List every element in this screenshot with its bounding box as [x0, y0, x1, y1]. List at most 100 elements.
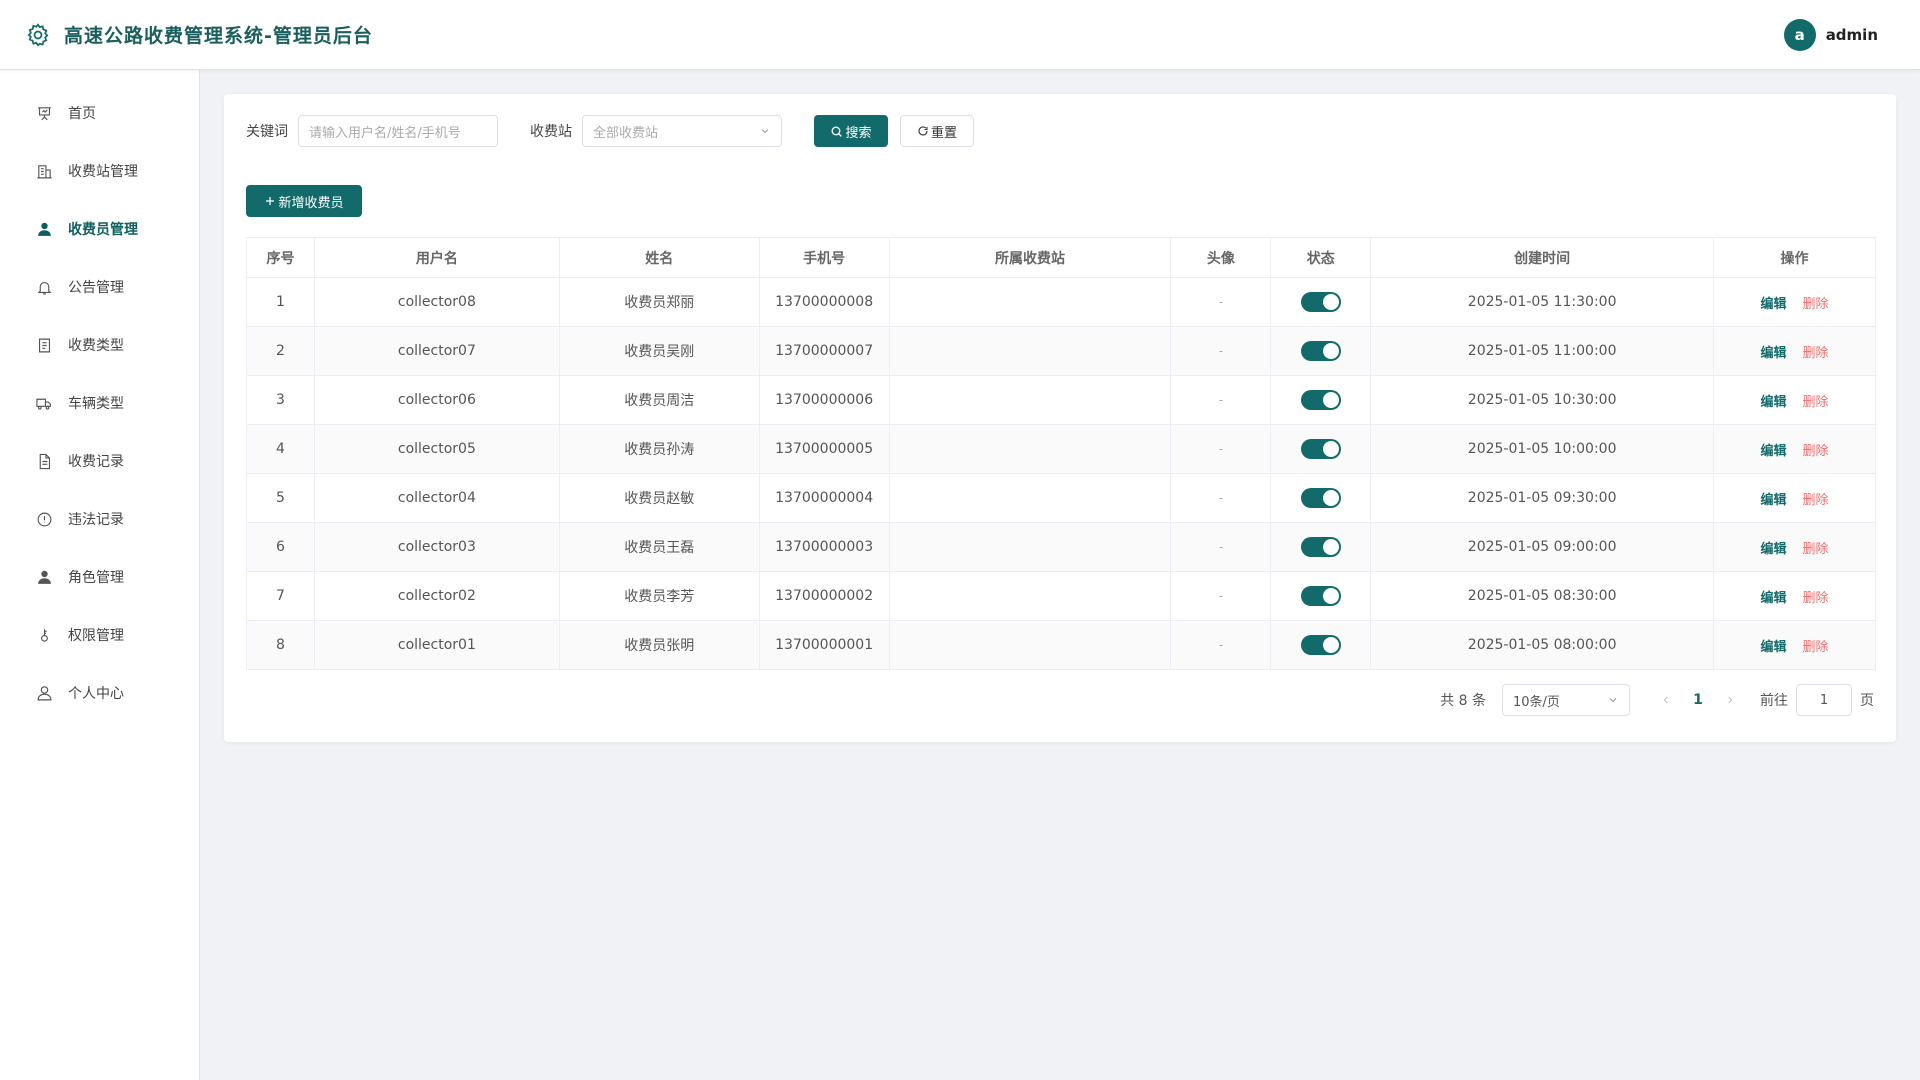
sidebar-item-roles[interactable]: 角色管理: [0, 548, 199, 606]
delete-button[interactable]: 删除: [1803, 297, 1829, 312]
sidebar-item-label: 违法记录: [68, 512, 124, 528]
keyword-input[interactable]: 请输入用户名/姓名/手机号: [298, 115, 498, 147]
cell-avatar: -: [1170, 620, 1272, 670]
cell-index: 7: [246, 571, 315, 621]
edit-button[interactable]: 编辑: [1761, 444, 1787, 459]
cell-actions: 编辑 删除: [1713, 326, 1876, 376]
status-toggle[interactable]: [1300, 635, 1341, 655]
delete-button[interactable]: 删除: [1803, 395, 1829, 410]
page-number[interactable]: 1: [1682, 684, 1714, 716]
plus-icon: [264, 195, 276, 207]
cell-name: 收费员郑丽: [558, 277, 760, 327]
username[interactable]: admin: [1826, 26, 1878, 44]
edit-button[interactable]: 编辑: [1761, 640, 1787, 655]
column-header: 创建时间: [1370, 237, 1715, 278]
app-title: 高速公路收费管理系统-管理员后台: [64, 25, 373, 47]
status-toggle[interactable]: [1300, 537, 1341, 557]
cell-station: [888, 375, 1172, 425]
search-button[interactable]: 搜索: [814, 115, 888, 147]
user-icon: [34, 567, 54, 587]
cell-username: collector03: [313, 522, 560, 572]
sidebar-item-collectors[interactable]: 收费员管理: [0, 200, 199, 258]
edit-button[interactable]: 编辑: [1761, 346, 1787, 361]
cell-created: 2025-01-05 08:00:00: [1370, 620, 1715, 670]
cell-name: 收费员张明: [558, 620, 760, 670]
edit-button[interactable]: 编辑: [1761, 297, 1787, 312]
delete-button[interactable]: 删除: [1803, 542, 1829, 557]
sidebar-item-stations[interactable]: 收费站管理: [0, 142, 199, 200]
pagination: 共 8 条 10条/页 1 前往 1 页: [1440, 684, 1874, 716]
delete-button[interactable]: 删除: [1803, 444, 1829, 459]
building-icon: [34, 161, 54, 181]
sidebar-item-permissions[interactable]: 权限管理: [0, 606, 199, 664]
column-header: 用户名: [313, 237, 560, 278]
status-toggle[interactable]: [1300, 586, 1341, 606]
reset-button[interactable]: 重置: [900, 115, 974, 147]
cell-avatar: -: [1170, 424, 1272, 474]
collector-table: 序号 用户名 姓名 手机号 所属收费站 头像 状态 创建时间 操作 1 coll…: [246, 237, 1876, 670]
cell-status: [1270, 473, 1372, 523]
edit-button[interactable]: 编辑: [1761, 542, 1787, 557]
sidebar-item-fee-types[interactable]: 收费类型: [0, 316, 199, 374]
delete-button[interactable]: 删除: [1803, 640, 1829, 655]
cell-status: [1270, 424, 1372, 474]
edit-button[interactable]: 编辑: [1761, 395, 1787, 410]
status-toggle[interactable]: [1300, 488, 1341, 508]
cell-actions: 编辑 删除: [1713, 277, 1876, 327]
sidebar-item-label: 公告管理: [68, 280, 124, 296]
cell-avatar: -: [1170, 277, 1272, 327]
cell-status: [1270, 277, 1372, 327]
delete-button[interactable]: 删除: [1803, 591, 1829, 606]
column-header: 头像: [1170, 237, 1272, 278]
status-toggle[interactable]: [1300, 292, 1341, 312]
cell-created: 2025-01-05 10:00:00: [1370, 424, 1715, 474]
add-collector-button[interactable]: 新增收费员: [246, 185, 362, 217]
sidebar-item-vehicle-types[interactable]: 车辆类型: [0, 374, 199, 432]
cell-avatar: -: [1170, 375, 1272, 425]
station-select[interactable]: 全部收费站: [582, 115, 782, 147]
content-card: 关键词 请输入用户名/姓名/手机号 收费站 全部收费站 搜索 重置 新增收费员 …: [224, 94, 1896, 742]
cell-name: 收费员王磊: [558, 522, 760, 572]
cell-created: 2025-01-05 09:00:00: [1370, 522, 1715, 572]
table-row: 1 collector08 收费员郑丽 13700000008 - 2025-0…: [246, 277, 1876, 327]
cell-station: [888, 424, 1172, 474]
status-toggle[interactable]: [1300, 439, 1341, 459]
cell-actions: 编辑 删除: [1713, 375, 1876, 425]
cell-status: [1270, 620, 1372, 670]
goto-page-input[interactable]: 1: [1796, 684, 1852, 716]
cell-created: 2025-01-05 11:00:00: [1370, 326, 1715, 376]
next-page-button[interactable]: [1714, 684, 1746, 716]
sidebar-item-home[interactable]: 首页: [0, 84, 199, 142]
table-row: 6 collector03 收费员王磊 13700000003 - 2025-0…: [246, 522, 1876, 572]
cell-index: 8: [246, 620, 315, 670]
cell-actions: 编辑 删除: [1713, 424, 1876, 474]
edit-button[interactable]: 编辑: [1761, 493, 1787, 508]
sidebar-item-violations[interactable]: 违法记录: [0, 490, 199, 548]
sidebar-item-label: 首页: [68, 106, 96, 122]
delete-button[interactable]: 删除: [1803, 346, 1829, 361]
cell-phone: 13700000007: [758, 326, 890, 376]
cell-name: 收费员吴刚: [558, 326, 760, 376]
sidebar-item-fee-records[interactable]: 收费记录: [0, 432, 199, 490]
delete-button[interactable]: 删除: [1803, 493, 1829, 508]
cell-phone: 13700000008: [758, 277, 890, 327]
avatar[interactable]: a: [1783, 18, 1816, 51]
edit-button[interactable]: 编辑: [1761, 591, 1787, 606]
sidebar-item-announcements[interactable]: 公告管理: [0, 258, 199, 316]
cell-index: 5: [246, 473, 315, 523]
keyword-placeholder: 请输入用户名/姓名/手机号: [309, 125, 461, 141]
prev-page-button[interactable]: [1650, 684, 1682, 716]
add-collector-label: 新增收费员: [278, 195, 344, 211]
status-toggle[interactable]: [1300, 341, 1341, 361]
cell-phone: 13700000005: [758, 424, 890, 474]
cell-username: collector05: [313, 424, 560, 474]
page-suffix: 页: [1860, 693, 1874, 709]
sidebar-item-profile[interactable]: 个人中心: [0, 664, 199, 722]
sidebar: 首页 收费站管理 收费员管理 公告管理 收费类型 车辆类型 收费记录 违法记录 …: [0, 70, 200, 1080]
page-size-select[interactable]: 10条/页: [1502, 684, 1630, 716]
cell-station: [888, 522, 1172, 572]
cell-index: 3: [246, 375, 315, 425]
user-menu[interactable]: a admin: [1783, 18, 1878, 51]
sidebar-item-label: 权限管理: [68, 628, 124, 644]
status-toggle[interactable]: [1300, 390, 1341, 410]
